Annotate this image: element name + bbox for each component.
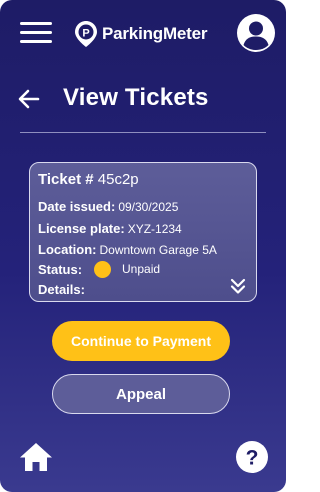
license-plate-row: License plate: XYZ-1234: [38, 221, 182, 236]
details-label: Details:: [38, 282, 85, 297]
date-issued-value: 09/30/2025: [118, 200, 179, 214]
ticket-number-row: Ticket # 45c2p: [38, 171, 139, 188]
page-title: View Tickets: [63, 84, 209, 111]
menu-line: [20, 22, 52, 25]
appeal-button[interactable]: Appeal: [52, 374, 230, 414]
ticket-card: Ticket # 45c2p Date issued: 09/30/2025 Li…: [29, 162, 257, 302]
date-issued-label: Date issued:: [38, 199, 116, 214]
menu-icon[interactable]: [20, 19, 52, 45]
location-value: Downtown Garage 5A: [99, 243, 217, 257]
location-row: Location: Downtown Garage 5A: [38, 242, 217, 257]
svg-text:P: P: [82, 27, 89, 39]
title-divider: [20, 132, 266, 133]
ticket-number-label: Ticket #: [38, 171, 94, 188]
menu-line: [20, 40, 52, 43]
status-value: Unpaid: [122, 262, 161, 276]
license-plate-value: XYZ-1234: [127, 222, 182, 236]
help-icon[interactable]: ?: [235, 440, 269, 474]
user-profile-icon[interactable]: [237, 14, 275, 52]
continue-to-payment-button[interactable]: Continue to Payment: [52, 321, 230, 361]
home-icon[interactable]: [19, 441, 53, 473]
status-label: Status:: [38, 262, 83, 277]
app-name: ParkingMeter: [102, 24, 208, 43]
license-plate-label: License plate:: [38, 221, 125, 236]
location-label: Location:: [38, 242, 97, 257]
arrow-left-icon[interactable]: [16, 86, 42, 112]
svg-text:?: ?: [246, 447, 259, 470]
menu-line: [20, 31, 52, 34]
app-logo: P ParkingMeter: [74, 20, 208, 48]
parking-pin-icon: P: [75, 21, 97, 47]
double-chevron-down-icon[interactable]: [229, 277, 247, 295]
date-issued-row: Date issued: 09/30/2025: [38, 199, 178, 214]
ticket-number: 45c2p: [97, 171, 139, 188]
app-screen: P ParkingMeter View Tickets Ticket # 45c…: [0, 0, 286, 492]
status-indicator: [94, 261, 111, 278]
